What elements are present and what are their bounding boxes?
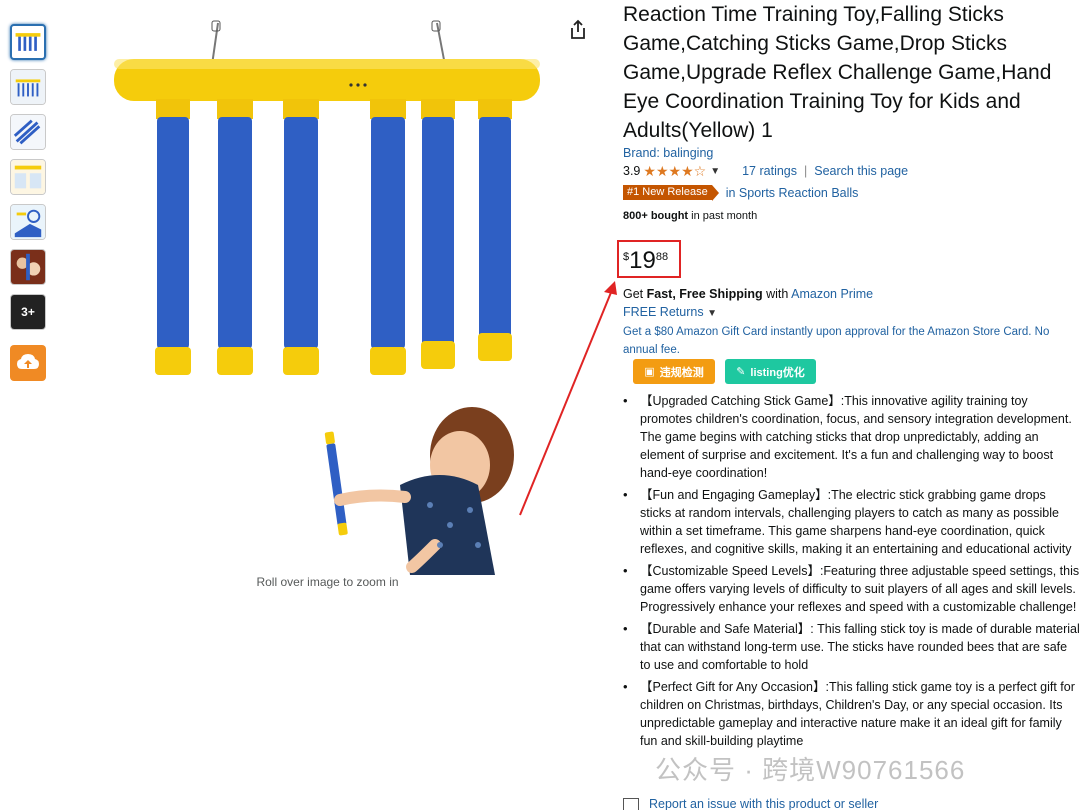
rating-value: 3.9 bbox=[623, 164, 641, 178]
feature-bullet: 【Customizable Speed Levels】:Featuring th… bbox=[623, 562, 1080, 616]
shipping-info: Get Fast, Free Shipping with Amazon Prim… bbox=[623, 287, 873, 301]
violation-check-label: 违规检测 bbox=[659, 366, 704, 379]
best-seller-row: #1 New Release in Sports Reaction Balls bbox=[623, 185, 1080, 201]
shipping-middle: with bbox=[762, 287, 792, 301]
report-label: Report an issue with this product or sel… bbox=[649, 797, 879, 810]
main-product-image[interactable] bbox=[100, 15, 560, 575]
shipping-bold: Fast, Free Shipping bbox=[646, 287, 763, 301]
listing-optimize-button[interactable]: ✎ listing优化 bbox=[725, 359, 816, 384]
feature-bullet: 【Fun and Engaging Gameplay】:The electric… bbox=[623, 486, 1080, 558]
brand-link[interactable]: Brand: balinging bbox=[623, 146, 1080, 160]
video-count-label: 3+ bbox=[11, 295, 45, 329]
shipping-prefix: Get bbox=[623, 287, 647, 301]
thumbnail-6[interactable] bbox=[10, 249, 46, 285]
bought-period: in past month bbox=[688, 210, 758, 222]
category-link[interactable]: in Sports Reaction Balls bbox=[726, 186, 859, 200]
feature-bullet: 【Perfect Gift for Any Occasion】:This fal… bbox=[623, 678, 1080, 750]
feature-bullet: 【Durable and Safe Material】: This fallin… bbox=[623, 620, 1080, 674]
thumbnail-5[interactable] bbox=[10, 204, 46, 240]
bought-info: 800+ bought in past month bbox=[623, 210, 1080, 222]
separator: | bbox=[804, 164, 808, 178]
cloud-upload-icon[interactable] bbox=[10, 345, 46, 381]
chevron-down-icon[interactable]: ▼ bbox=[710, 166, 720, 177]
product-title: Reaction Time Training Toy,Falling Stick… bbox=[623, 3, 1052, 142]
zoom-hint: Roll over image to zoom in bbox=[256, 575, 399, 589]
document-icon: ▣ bbox=[644, 366, 655, 378]
edit-icon: ✎ bbox=[736, 366, 746, 378]
chevron-down-icon: ▼ bbox=[707, 308, 717, 319]
feature-bullets: 【Upgraded Catching Stick Game】:This inno… bbox=[623, 392, 1080, 754]
thumbnail-2[interactable] bbox=[10, 69, 46, 105]
price-whole: 19 bbox=[629, 247, 656, 274]
ratings-count-link[interactable]: 17 ratings bbox=[742, 164, 797, 178]
thumbnail-4[interactable] bbox=[10, 159, 46, 195]
thumbnail-1[interactable] bbox=[10, 24, 46, 60]
share-icon[interactable] bbox=[566, 18, 590, 42]
thumbnail-video[interactable]: 3+ bbox=[10, 294, 46, 330]
thumbnail-strip: 3+ bbox=[10, 24, 48, 339]
thumbnail-3[interactable] bbox=[10, 114, 46, 150]
bought-count: 800+ bought bbox=[623, 210, 689, 222]
report-issue-link[interactable]: Report an issue with this product or sel… bbox=[623, 797, 878, 810]
star-icon: ★ bbox=[668, 163, 682, 179]
price: $ 19 88 bbox=[623, 248, 668, 274]
search-page-link[interactable]: Search this page bbox=[814, 164, 908, 178]
watermark: 公众号 · 跨境W90761566 bbox=[655, 755, 966, 785]
gift-card-offer[interactable]: Get a $80 Amazon Gift Card instantly upo… bbox=[623, 323, 1073, 359]
price-fraction: 88 bbox=[655, 251, 669, 263]
violation-check-button[interactable]: ▣ 违规检测 bbox=[633, 359, 715, 384]
star-icon: ★ bbox=[643, 163, 656, 179]
rating-row: 3.9 ★ ★ ★ ★ ☆ ▼ 17 ratings | Search this… bbox=[623, 162, 1080, 180]
amazon-prime-link[interactable]: Amazon Prime bbox=[791, 287, 873, 301]
listing-optimize-label: listing优化 bbox=[750, 366, 805, 379]
star-empty-icon: ☆ bbox=[693, 163, 707, 179]
star-icon: ★ bbox=[655, 163, 669, 179]
product-detail: Reaction Time Training Toy,Falling Stick… bbox=[617, 0, 1080, 810]
new-release-badge[interactable]: #1 New Release bbox=[623, 185, 719, 201]
free-returns-link[interactable]: FREE Returns ▼ bbox=[623, 305, 717, 319]
star-rating[interactable]: ★ ★ ★ ★ ☆ bbox=[643, 164, 706, 178]
free-returns-label: FREE Returns bbox=[623, 305, 704, 319]
report-icon bbox=[623, 797, 639, 810]
star-icon: ★ bbox=[681, 163, 694, 179]
feature-bullet: 【Upgraded Catching Stick Game】:This inno… bbox=[623, 392, 1080, 482]
